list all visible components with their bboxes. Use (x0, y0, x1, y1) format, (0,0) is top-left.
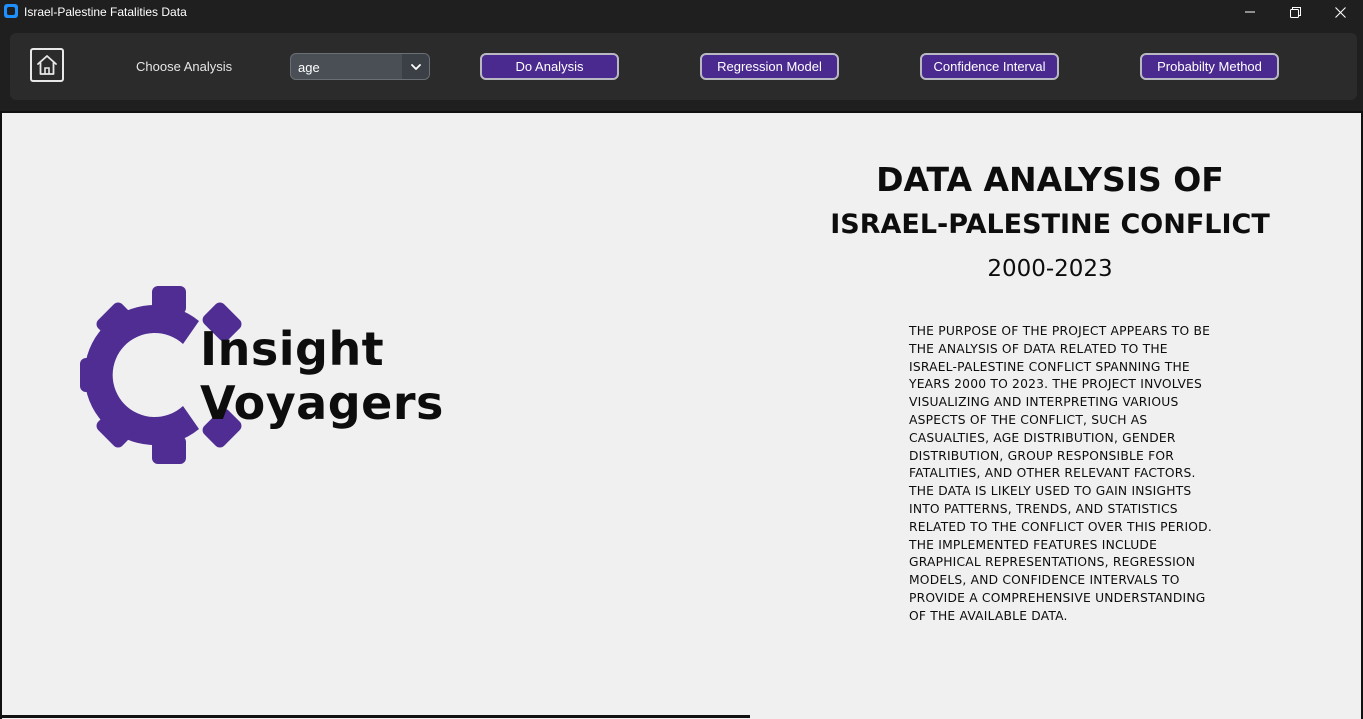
description-line: FATALITIES, AND OTHER RELEVANT FACTORS. (909, 466, 1196, 481)
confidence-interval-button[interactable]: Confidence Interval (920, 53, 1059, 80)
description-line: THE PURPOSE OF THE PROJECT APPEARS TO BE (909, 324, 1211, 338)
description-line: ASPECTS OF THE CONFLICT, SUCH AS (909, 412, 1148, 427)
title-bar: Israel-Palestine Fatalities Data (0, 0, 1363, 24)
description-line: CASUALTIES, AGE DISTRIBUTION, GENDER (909, 430, 1176, 445)
chevron-down-icon (410, 63, 421, 70)
window-title: Israel-Palestine Fatalities Data (24, 5, 187, 19)
description-line: YEARS 2000 TO 2023. THE PROJECT INVOLVES (909, 377, 1203, 392)
description-line: PROVIDE A COMPREHENSIVE UNDERSTANDING (909, 590, 1206, 605)
description-line: OF THE AVAILABLE DATA. (909, 608, 1068, 623)
description-line: MODELS, AND CONFIDENCE INTERVALS TO (909, 573, 1180, 588)
choose-analysis-label: Choose Analysis (136, 59, 233, 74)
analysis-select-value: age (298, 60, 320, 75)
description-line: INTO PATTERNS, TRENDS, AND STATISTICS (909, 501, 1178, 516)
project-description: THE PURPOSE OF THE PROJECT APPEARS TO BE… (909, 323, 1239, 626)
close-icon (1334, 6, 1346, 18)
minimize-icon (1245, 11, 1255, 13)
app-icon (4, 4, 18, 18)
description-line: THE IMPLEMENTED FEATURES INCLUDE (909, 537, 1158, 552)
logo-text-line2: Voyagers (200, 376, 444, 430)
regression-model-button[interactable]: Regression Model (700, 53, 839, 80)
page-title: DATA ANALYSIS OF (876, 160, 1224, 199)
logo-text-line1: Insight (200, 322, 385, 376)
analysis-select[interactable]: age (290, 53, 430, 80)
description-line: GRAPHICAL REPRESENTATIONS, REGRESSION (909, 555, 1196, 570)
home-icon (37, 55, 57, 75)
description-line: ISRAEL-PALESTINE CONFLICT SPANNING THE (909, 359, 1190, 374)
description-line: VISUALIZING AND INTERPRETING VARIOUS (909, 395, 1179, 410)
restore-icon (1289, 6, 1301, 18)
description-line: THE DATA IS LIKELY USED TO GAIN INSIGHTS (909, 484, 1192, 499)
do-analysis-button[interactable]: Do Analysis (480, 53, 619, 80)
description-line: RELATED TO THE CONFLICT OVER THIS PERIOD… (909, 519, 1212, 534)
minimize-button[interactable] (1227, 0, 1273, 24)
probability-method-button[interactable]: Probabilty Method (1140, 53, 1279, 80)
home-button[interactable] (30, 48, 64, 82)
year-range: 2000-2023 (987, 256, 1113, 282)
panel-divider (0, 715, 750, 718)
description-line: THE ANALYSIS OF DATA RELATED TO THE (909, 341, 1168, 356)
dropdown-arrow-button[interactable] (402, 54, 429, 79)
close-button[interactable] (1317, 0, 1363, 24)
toolbar: Choose Analysis age Do Analysis Regressi… (10, 33, 1357, 100)
description-line: DISTRIBUTION, GROUP RESPONSIBLE FOR (909, 448, 1175, 463)
page-subtitle: ISRAEL-PALESTINE CONFLICT (830, 209, 1270, 240)
restore-button[interactable] (1272, 0, 1318, 24)
